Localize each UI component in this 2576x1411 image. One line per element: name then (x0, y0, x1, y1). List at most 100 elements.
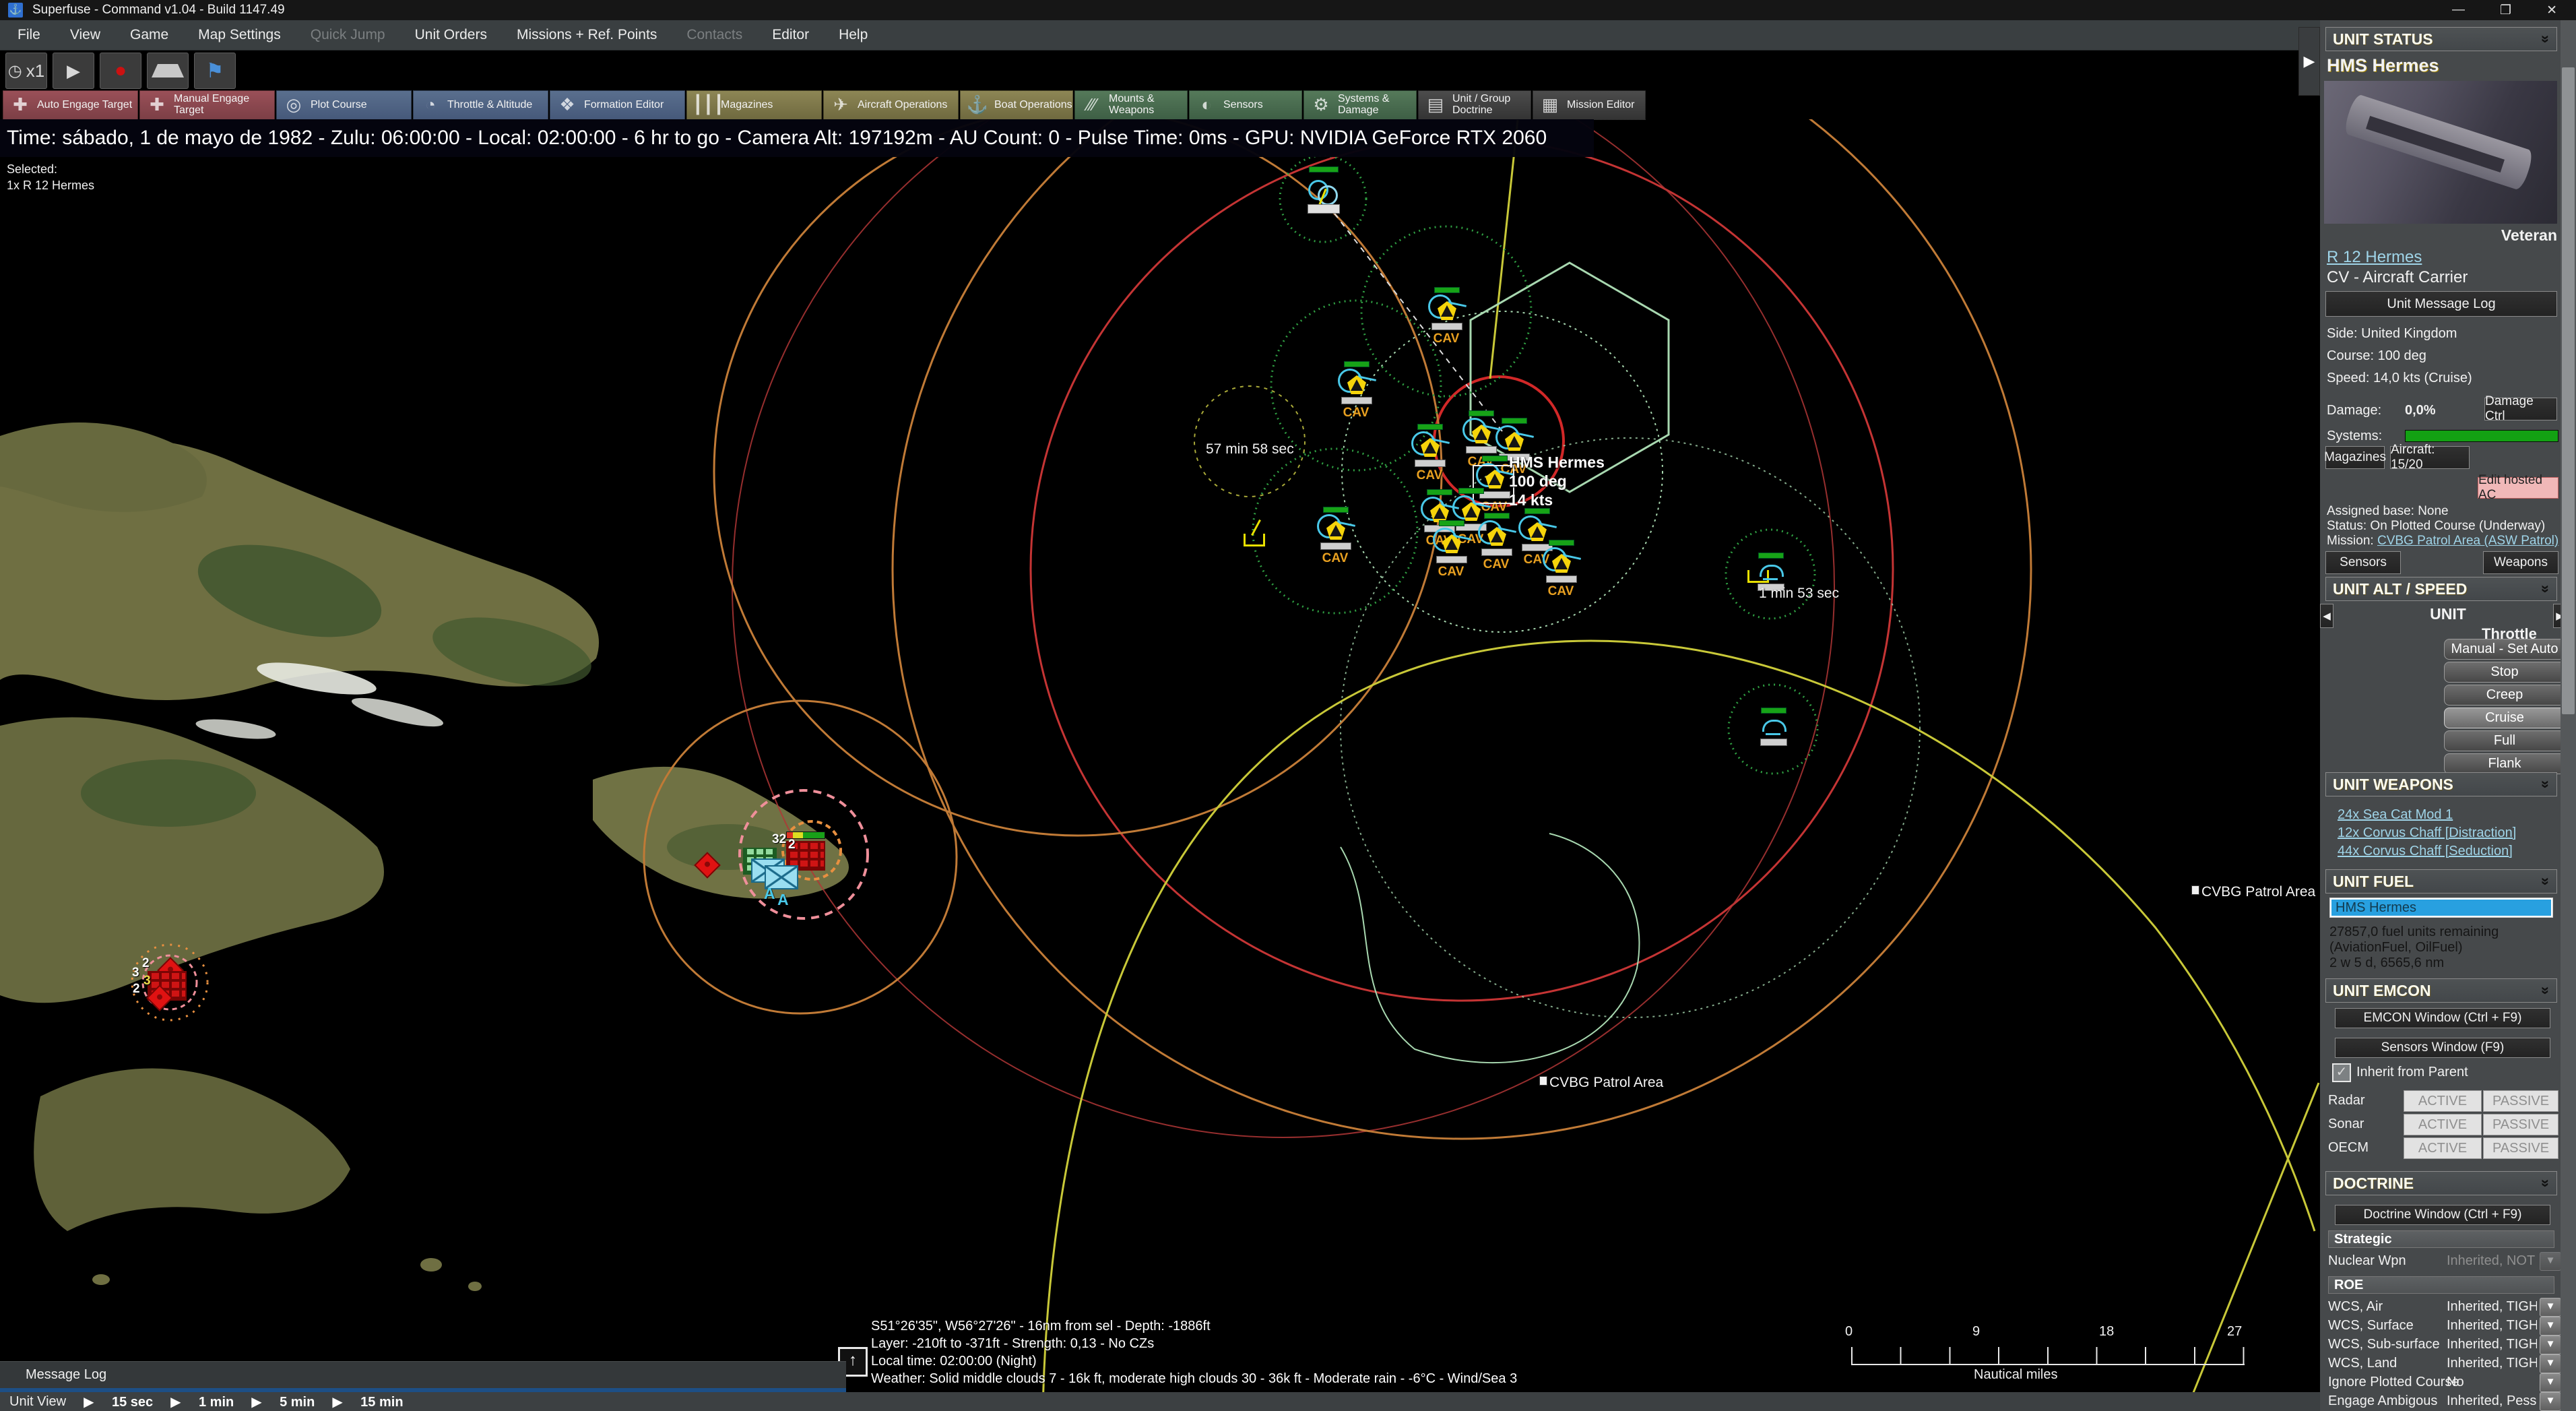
time-step-arrow-icon[interactable]: ▶ (170, 1395, 181, 1410)
collapse-chevron-icon[interactable]: » (2537, 35, 2554, 43)
time-step-label[interactable]: 5 min (280, 1395, 315, 1410)
doctrine-row-label: WCS, Surface (2328, 1318, 2414, 1334)
collapse-chevron-icon[interactable]: » (2537, 780, 2554, 788)
collapse-chevron-icon[interactable]: » (2537, 585, 2554, 593)
collapse-chevron-icon[interactable]: » (2537, 877, 2554, 885)
ribbon-button[interactable]: ┃┃┃ Magazines (686, 90, 822, 120)
ribbon-button[interactable]: ❖ Formation Editor (550, 90, 685, 120)
ribbon-button[interactable]: ✚ Auto Engage Target (3, 90, 138, 120)
weapon-link[interactable]: 44x Corvus Chaff [Seduction] (2338, 842, 2516, 860)
time-step-bar: Unit View ▶ 15 sec ▶ 1 min ▶ 5 min ▶ 15 … (0, 1392, 2320, 1411)
ribbon-button[interactable]: ✚ Manual Engage Target (139, 90, 275, 120)
view-mode-label[interactable]: Unit View (9, 1394, 66, 1410)
throttle-button[interactable]: Manual - Set Auto (2444, 639, 2565, 660)
menu-item[interactable]: Unit Orders (415, 27, 487, 43)
ribbon-button[interactable]: ∕∕∕ Mounts & Weapons (1074, 90, 1188, 120)
play-button[interactable]: ▶ (53, 53, 94, 89)
section-header-unit-status[interactable]: UNIT STATUS » (2325, 27, 2557, 51)
unit-message-log-button[interactable]: Unit Message Log (2325, 291, 2557, 317)
emcon-active-button[interactable]: ACTIVE (2404, 1137, 2482, 1159)
fuel-unit-list[interactable]: HMS Hermes (2329, 898, 2553, 918)
menu-item[interactable]: Contacts (686, 27, 742, 43)
ribbon-button[interactable]: ⚓ Boat Operations (960, 90, 1073, 120)
ribbon-button[interactable]: ◐ Sensors (1189, 90, 1302, 120)
unit-class-link[interactable]: R 12 Hermes (2327, 248, 2422, 267)
throttle-button[interactable]: Flank (2444, 753, 2565, 774)
section-header-unit-emcon[interactable]: UNIT EMCON » (2325, 978, 2557, 1003)
close-button[interactable]: ✕ (2546, 3, 2557, 18)
emcon-active-button[interactable]: ACTIVE (2404, 1114, 2482, 1135)
message-log-panel[interactable]: Message Log (0, 1361, 846, 1392)
aircraft-button[interactable]: Aircraft: 15/20 (2390, 446, 2470, 469)
doctrine-row-value: Inherited, Pessim (2447, 1393, 2537, 1409)
window-controls: — ❐ ✕ (2452, 0, 2576, 20)
ribbon-button[interactable]: ▤ Unit / Group Doctrine (1418, 90, 1531, 120)
inherit-from-parent-checkbox[interactable]: ✓ (2332, 1063, 2351, 1082)
menu-item[interactable]: Editor (772, 27, 809, 43)
throttle-button[interactable]: Creep (2444, 685, 2565, 706)
collapse-chevron-icon[interactable]: » (2537, 1179, 2554, 1187)
mission-link[interactable]: CVBG Patrol Area (ASW Patrol) (2377, 534, 2558, 548)
throttle-button[interactable]: Stop (2444, 662, 2565, 683)
sidebar-scrollbar-thumb[interactable] (2562, 67, 2575, 714)
weapons-button[interactable]: Weapons (2483, 551, 2558, 574)
map-viewport[interactable]: CAV CAV CAV CAV (0, 119, 2320, 1411)
dropdown-button[interactable]: ▼ (2540, 1336, 2561, 1354)
sidebar-scrollbar[interactable] (2561, 20, 2576, 1411)
ribbon-button[interactable]: ◔ Throttle & Altitude (413, 90, 548, 120)
section-header-unit-weapons[interactable]: UNIT WEAPONS » (2325, 772, 2557, 796)
menu-item[interactable]: File (18, 27, 40, 43)
fuel-info-line: (AviationFuel, OilFuel) (2329, 940, 2499, 955)
maximize-button[interactable]: ❐ (2500, 3, 2511, 18)
menu-item[interactable]: View (70, 27, 100, 43)
dropdown-button[interactable]: ▼ (2540, 1317, 2561, 1336)
ribbon-button[interactable]: ⚙ Systems & Damage (1303, 90, 1417, 120)
time-step-arrow-icon[interactable]: ▶ (332, 1395, 342, 1410)
collapse-chevron-icon[interactable]: » (2537, 986, 2554, 995)
dropdown-button[interactable]: ▼ (2540, 1392, 2561, 1411)
section-header-doctrine[interactable]: DOCTRINE » (2325, 1171, 2557, 1195)
menu-item[interactable]: Game (130, 27, 168, 43)
dropdown-button[interactable]: ▼ (2540, 1252, 2561, 1271)
sensors-window-button[interactable]: Sensors Window (F9) (2335, 1038, 2550, 1058)
emcon-passive-button[interactable]: PASSIVE (2483, 1137, 2558, 1159)
throttle-button[interactable]: Cruise (2444, 708, 2565, 728)
camera-button[interactable] (147, 53, 189, 89)
emcon-passive-button[interactable]: PASSIVE (2483, 1114, 2558, 1135)
time-step-arrow-icon[interactable]: ▶ (251, 1395, 261, 1410)
emcon-passive-button[interactable]: PASSIVE (2483, 1090, 2558, 1112)
magazines-button[interactable]: Magazines (2325, 446, 2385, 469)
time-step-label[interactable]: 15 min (360, 1395, 403, 1410)
dropdown-button[interactable]: ▼ (2540, 1298, 2561, 1317)
weapon-link[interactable]: 24x Sea Cat Mod 1 (2338, 806, 2516, 824)
emcon-window-button[interactable]: EMCON Window (Ctrl + F9) (2335, 1008, 2550, 1028)
menu-item[interactable]: Map Settings (198, 27, 281, 43)
menu-item[interactable]: Missions + Ref. Points (517, 27, 657, 43)
ribbon-button[interactable]: ▦ Mission Editor (1533, 90, 1646, 120)
fuel-unit-selected[interactable]: HMS Hermes (2331, 900, 2551, 916)
sidebar-collapse-button[interactable]: ▶ (2298, 27, 2320, 96)
ribbon-button[interactable]: ◎ Plot Course (276, 90, 412, 120)
time-step-arrow-icon[interactable]: ▶ (84, 1395, 94, 1410)
time-compression-button[interactable]: ◷ x1 (5, 53, 47, 89)
ribbon-button-label: Manual Engage Target (174, 94, 274, 117)
emcon-active-button[interactable]: ACTIVE (2404, 1090, 2482, 1112)
time-step-label[interactable]: 1 min (199, 1395, 234, 1410)
edit-hosted-ac-button[interactable]: Edit hosted AC (2478, 477, 2558, 499)
menu-item[interactable]: Quick Jump (311, 27, 385, 43)
section-header-unit-fuel[interactable]: UNIT FUEL » (2325, 869, 2557, 893)
ribbon-button[interactable]: ✈ Aircraft Operations (823, 90, 959, 120)
record-button[interactable]: ● (100, 53, 141, 89)
section-header-alt-speed[interactable]: UNIT ALT / SPEED » (2325, 577, 2557, 601)
dropdown-button[interactable]: ▼ (2540, 1373, 2561, 1392)
time-step-label[interactable]: 15 sec (112, 1395, 153, 1410)
menu-item[interactable]: Help (839, 27, 868, 43)
dropdown-button[interactable]: ▼ (2540, 1354, 2561, 1373)
doctrine-window-button[interactable]: Doctrine Window (Ctrl + F9) (2335, 1205, 2550, 1225)
bookmark-button[interactable]: ⚑ (194, 53, 236, 89)
sensors-button[interactable]: Sensors (2325, 551, 2401, 574)
damage-ctrl-button[interactable]: Damage Ctrl (2484, 398, 2557, 420)
throttle-button[interactable]: Full (2444, 730, 2565, 751)
weapon-link[interactable]: 12x Corvus Chaff [Distraction] (2338, 824, 2516, 842)
minimize-button[interactable]: — (2452, 3, 2465, 18)
